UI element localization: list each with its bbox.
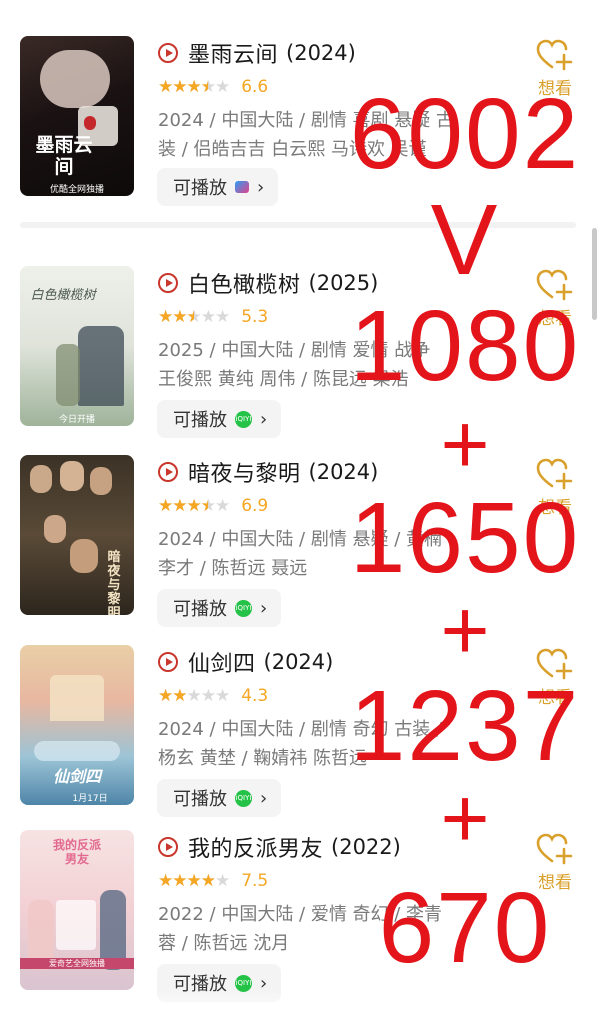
rating-stars: ★★★★★★★★★★ — [158, 686, 230, 706]
poster-3[interactable]: 暗夜与黎明 — [20, 455, 134, 615]
chevron-right-icon: › — [257, 176, 265, 198]
overlay-number-1650: 1650 — [349, 482, 581, 594]
heart-plus-icon — [536, 39, 573, 71]
rating-score: 7.5 — [241, 871, 269, 891]
iqiyi-icon: iQIYI — [235, 599, 252, 617]
rating-stars: ★★★★★★★★★★ — [158, 496, 230, 516]
overlay-plus-2: + — [440, 583, 490, 677]
chevron-right-icon: › — [260, 408, 268, 430]
play-icon — [158, 837, 178, 857]
poster-caption-1: 优酷全网独播 — [49, 185, 104, 195]
rating-score: 6.9 — [241, 496, 269, 516]
bottom-fade — [0, 990, 600, 1016]
poster-1[interactable]: 墨雨云间 优酷全网独播 — [20, 36, 134, 196]
play-icon — [158, 462, 178, 482]
rating-stars: ★★★★★★★★★★ — [158, 307, 230, 327]
poster-4[interactable]: 仙剑四 1月17日 — [20, 645, 134, 805]
rating-stars: ★★★★★★★★★★ — [158, 871, 230, 891]
playable-label: 可播放 — [173, 178, 227, 199]
poster-title-2: 白色橄榄树 — [30, 288, 96, 303]
playable-button[interactable]: 可播放 iQIYI › — [157, 400, 282, 438]
chevron-right-icon: › — [260, 787, 268, 809]
play-icon — [158, 43, 178, 63]
overlay-number-1080: 1080 — [349, 290, 581, 402]
overlay-plus-3: + — [440, 771, 490, 865]
rating-score: 5.3 — [241, 307, 269, 327]
poster-title-1: 墨雨云间 — [35, 134, 93, 178]
poster-title-4: 仙剑四 — [52, 767, 101, 786]
youku-icon — [235, 181, 249, 193]
rating-score: 4.3 — [241, 686, 269, 706]
playable-button[interactable]: 可播放 iQIYI › — [157, 589, 282, 627]
playable-label: 可播放 — [173, 599, 227, 620]
poster-caption-5: 爱奇艺全网独播 — [20, 958, 134, 969]
poster-2[interactable]: 白色橄榄树 今日开播 — [20, 266, 134, 426]
overlay-number-1237: 1237 — [349, 670, 581, 782]
rating-score: 6.6 — [241, 77, 269, 97]
movie-title[interactable]: 暗夜与黎明 — [188, 456, 301, 488]
overlay-number-670: 670 — [378, 872, 552, 984]
poster-caption-4: 1月17日 — [72, 794, 108, 804]
playable-label: 可播放 — [173, 410, 227, 431]
overlay-plus-1: + — [440, 397, 490, 491]
iqiyi-icon: iQIYI — [235, 789, 252, 807]
poster-title-5: 我的反派男友 — [52, 838, 101, 866]
movie-title[interactable]: 白色橄榄树 — [188, 267, 301, 299]
overlay-letter-v: V — [430, 184, 500, 296]
overlay-number-6002: 6002 — [349, 78, 581, 190]
poster-title-3: 暗夜与黎明 — [107, 550, 121, 616]
playable-button[interactable]: 可播放 iQIYI › — [157, 779, 282, 817]
movie-title[interactable]: 墨雨云间 — [188, 37, 278, 69]
rating-stars: ★★★★★★★★★★ — [158, 77, 230, 97]
iqiyi-icon: iQIYI — [235, 410, 252, 428]
movie-title[interactable]: 仙剑四 — [188, 646, 256, 678]
poster-caption-2: 今日开播 — [58, 415, 95, 425]
movie-year: (2024) — [286, 41, 356, 65]
iqiyi-icon: iQIYI — [235, 974, 252, 992]
poster-5[interactable]: 我的反派男友 爱奇艺全网独播 — [20, 830, 134, 990]
play-icon — [158, 652, 178, 672]
playable-label: 可播放 — [173, 789, 227, 810]
playable-button[interactable]: 可播放 › — [157, 168, 279, 206]
chevron-right-icon: › — [260, 597, 268, 619]
play-icon — [158, 273, 178, 293]
